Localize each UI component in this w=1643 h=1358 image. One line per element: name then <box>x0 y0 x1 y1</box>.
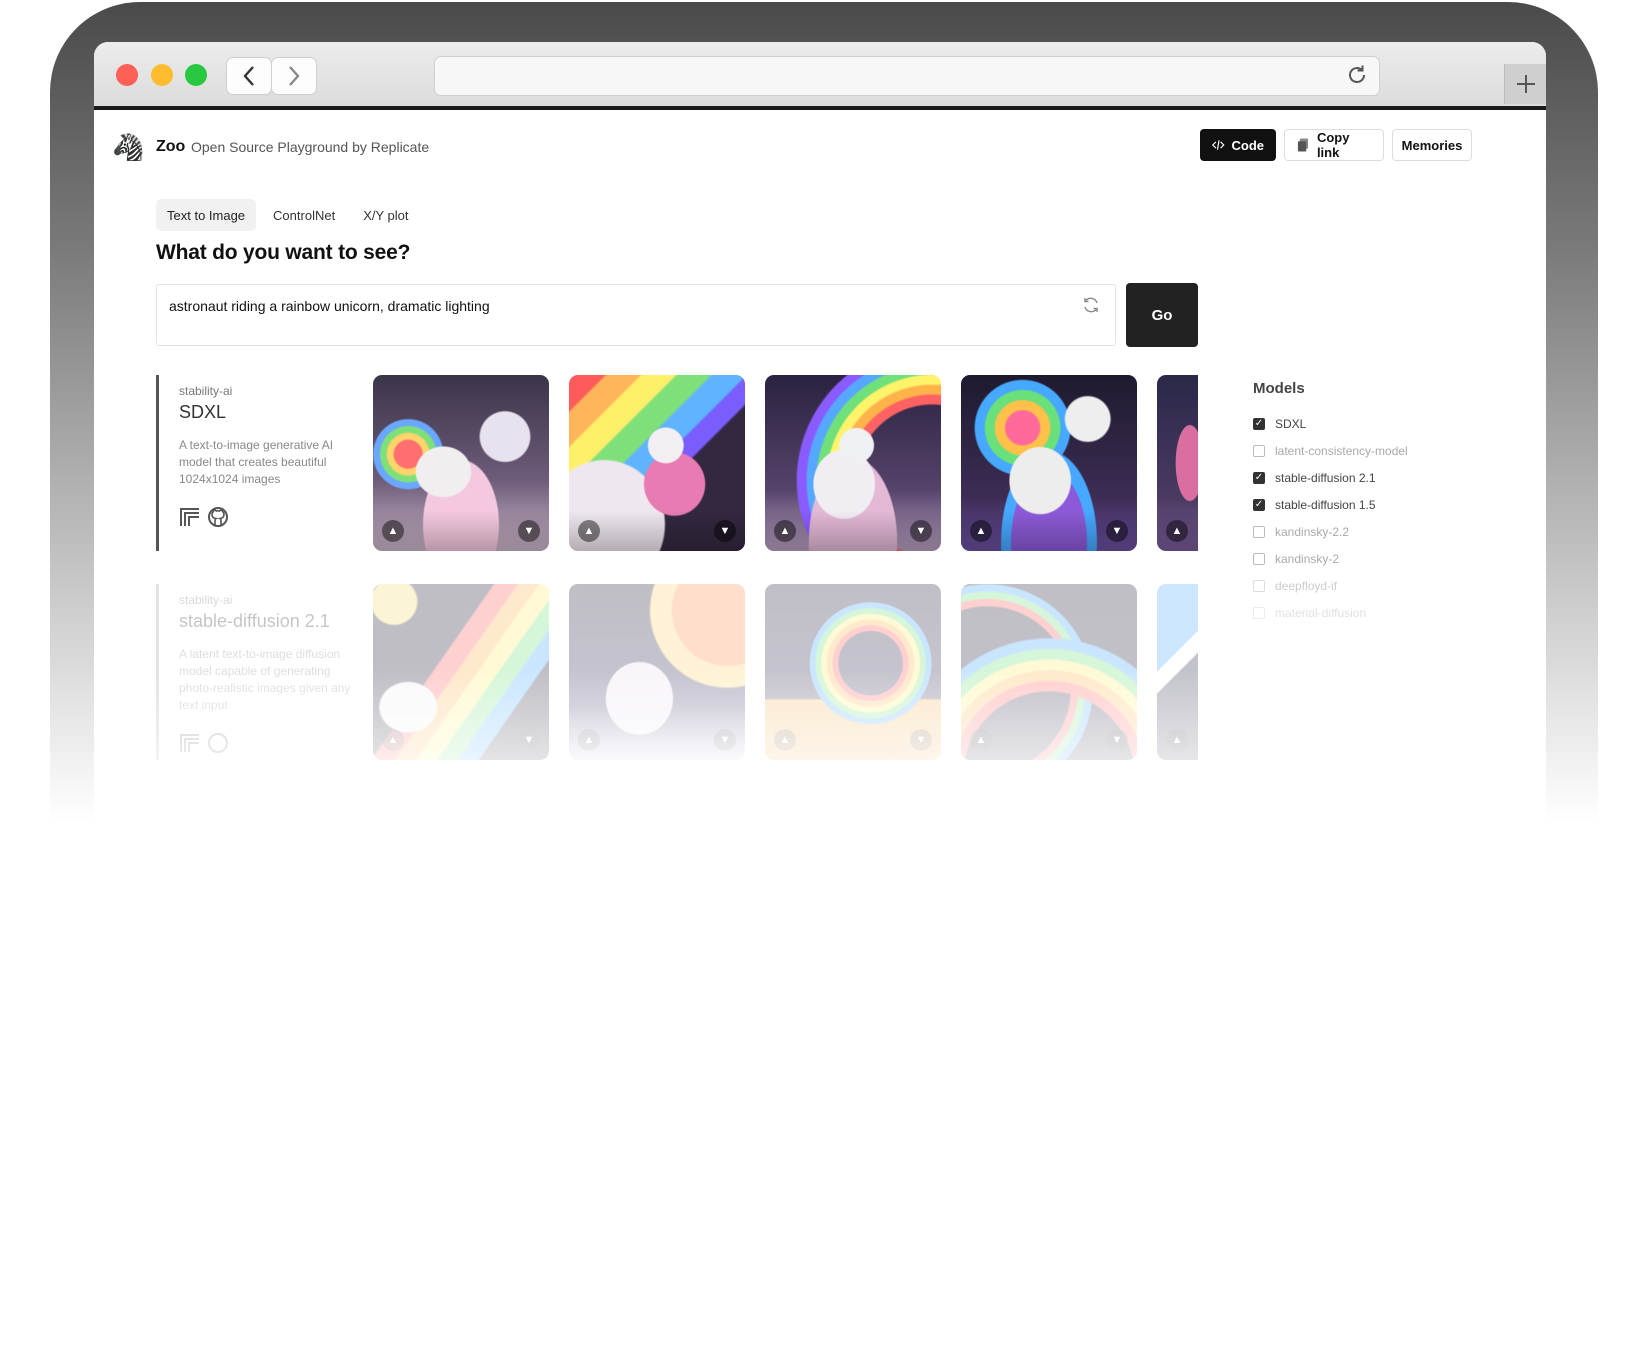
maximize-window-button[interactable] <box>185 64 207 86</box>
model-option-label: SDXL <box>1275 416 1307 431</box>
prompt-input[interactable]: astronaut riding a rainbow unicorn, dram… <box>156 284 1116 346</box>
checkbox-unchecked[interactable] <box>1253 525 1265 538</box>
thumbs-up-icon[interactable]: ▲ <box>578 520 600 542</box>
code-button-label: Code <box>1231 137 1265 153</box>
generated-image[interactable]: ▲ ▼ <box>765 375 941 551</box>
model-option-label: stable-diffusion 1.5 <box>1275 497 1376 512</box>
checkbox-unchecked[interactable] <box>1253 444 1265 457</box>
thumbs-down-icon[interactable]: ▼ <box>714 520 736 542</box>
row-indicator <box>156 375 159 551</box>
browser-toolbar <box>94 42 1546 110</box>
thumbs-down-icon[interactable]: ▼ <box>518 520 540 542</box>
thumbs-up-icon[interactable]: ▲ <box>1166 520 1188 542</box>
app-brand: Zoo <box>156 138 186 155</box>
model-description: A text-to-image generative AI model that… <box>179 438 334 486</box>
model-name: SDXL <box>179 402 227 422</box>
zebra-logo-icon: 🦓 <box>112 132 145 162</box>
close-window-button[interactable] <box>116 64 138 86</box>
browser-window: 🦓 Zoo Open Source Playground by Replicat… <box>94 42 1546 822</box>
memories-label: Memories <box>1401 137 1463 153</box>
thumbs-up-icon[interactable]: ▲ <box>774 520 796 542</box>
address-bar[interactable] <box>434 56 1380 96</box>
chevron-left-icon <box>243 66 254 86</box>
model-option-label: stable-diffusion 2.1 <box>1275 470 1376 485</box>
model-option-label: kandinsky-2.2 <box>1275 524 1350 539</box>
minimize-window-button[interactable] <box>151 64 173 86</box>
model-option-stable-diffusion-1-5[interactable]: ✓ stable-diffusion 1.5 <box>1253 491 1408 518</box>
mode-tabs: Text to Image ControlNet X/Y plot <box>156 199 419 231</box>
bottom-fade-overlay <box>94 670 1546 822</box>
thumbs-down-icon[interactable]: ▼ <box>1106 520 1128 542</box>
model-name: stable-diffusion 2.1 <box>179 611 330 631</box>
model-option-kandinsky-2[interactable]: kandinsky-2 <box>1253 545 1408 572</box>
thumbs-up-icon[interactable]: ▲ <box>970 520 992 542</box>
tab-xy-plot[interactable]: X/Y plot <box>352 199 419 231</box>
generated-image[interactable]: ▲ ▼ <box>373 375 549 551</box>
checkbox-checked[interactable]: ✓ <box>1253 417 1265 430</box>
back-button[interactable] <box>226 57 272 95</box>
tab-controlnet[interactable]: ControlNet <box>262 199 346 231</box>
checkbox-unchecked[interactable] <box>1253 579 1265 592</box>
reload-icon[interactable] <box>1345 63 1369 87</box>
go-button[interactable]: Go <box>1126 283 1198 347</box>
app-page: 🦓 Zoo Open Source Playground by Replicat… <box>94 110 1546 822</box>
model-option-label: kandinsky-2 <box>1275 551 1340 566</box>
generated-image[interactable]: ▲ ▼ <box>961 375 1137 551</box>
generated-image[interactable]: ▲ <box>1157 375 1198 551</box>
github-icon[interactable] <box>207 506 229 528</box>
checkbox-unchecked[interactable] <box>1253 552 1265 565</box>
model-option-material-diffusion[interactable]: material-diffusion <box>1253 599 1408 626</box>
forward-button[interactable] <box>271 57 317 95</box>
thumbs-up-icon[interactable]: ▲ <box>382 520 404 542</box>
models-heading: Models <box>1253 380 1305 397</box>
model-option-latent-consistency-model[interactable]: latent-consistency-model <box>1253 437 1408 464</box>
models-list: ✓ SDXL latent-consistency-model ✓ stable… <box>1253 410 1408 626</box>
new-tab-button[interactable] <box>1504 64 1546 104</box>
plus-icon <box>1517 75 1535 93</box>
shuffle-prompt-icon[interactable] <box>1082 296 1100 314</box>
copy-link-label: Copy link <box>1316 130 1350 160</box>
model-option-deepfloyd-if[interactable]: deepfloyd-if <box>1253 572 1408 599</box>
checkbox-unchecked[interactable] <box>1253 606 1265 619</box>
replicate-icon[interactable] <box>179 506 201 528</box>
model-option-label: deepfloyd-if <box>1275 578 1338 593</box>
model-owner: stability-ai <box>179 593 233 607</box>
model-option-sdxl[interactable]: ✓ SDXL <box>1253 410 1408 437</box>
generated-image[interactable]: ▲ ▼ <box>569 375 745 551</box>
checkbox-checked[interactable]: ✓ <box>1253 471 1265 484</box>
checkbox-checked[interactable]: ✓ <box>1253 498 1265 511</box>
model-option-kandinsky-2-2[interactable]: kandinsky-2.2 <box>1253 518 1408 545</box>
model-result-row: stability-ai SDXL A text-to-image genera… <box>156 375 1198 551</box>
thumbs-down-icon[interactable]: ▼ <box>910 520 932 542</box>
model-owner: stability-ai <box>179 384 233 398</box>
chevron-right-icon <box>289 66 300 86</box>
model-option-label: latent-consistency-model <box>1275 443 1408 458</box>
model-links <box>179 506 229 528</box>
model-option-label: material-diffusion <box>1275 605 1367 620</box>
app-tagline: Open Source Playground by Replicate <box>191 139 430 155</box>
tab-text-to-image[interactable]: Text to Image <box>156 199 257 231</box>
code-button[interactable]: Code <box>1200 129 1276 161</box>
prompt-heading: What do you want to see? <box>156 241 411 264</box>
model-option-stable-diffusion-2-1[interactable]: ✓ stable-diffusion 2.1 <box>1253 464 1408 491</box>
code-icon <box>1212 140 1225 150</box>
memories-button[interactable]: Memories <box>1392 129 1472 161</box>
copy-link-button[interactable]: Copy link <box>1284 129 1384 161</box>
copy-icon <box>1297 138 1309 152</box>
